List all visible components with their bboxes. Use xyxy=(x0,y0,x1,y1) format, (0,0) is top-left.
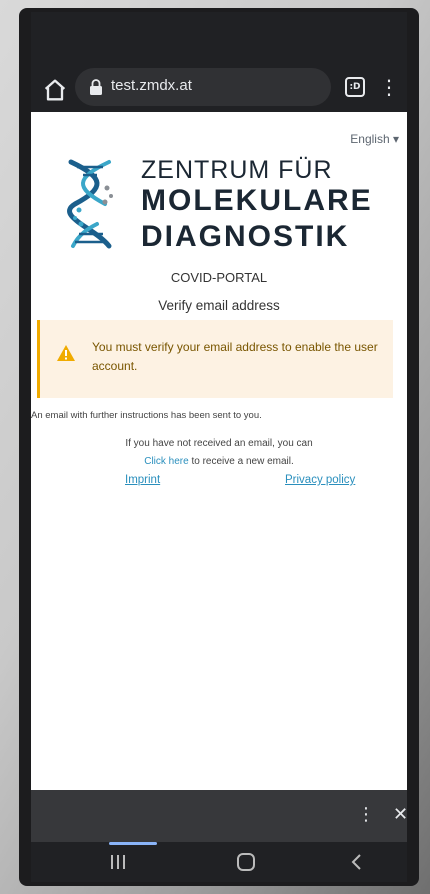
back-icon[interactable] xyxy=(349,852,363,872)
more-options-icon[interactable]: ⋮ xyxy=(357,804,375,825)
browser-toolbar: test.zmdx.at :D ⋮ xyxy=(31,68,407,112)
info-message: An email with further instructions has b… xyxy=(31,410,262,421)
url-text: test.zmdx.at xyxy=(111,77,192,94)
recent-apps-icon[interactable] xyxy=(109,854,127,870)
home-nav-icon[interactable] xyxy=(237,853,255,871)
warning-icon xyxy=(57,345,75,361)
alert-message: You must verify your email address to en… xyxy=(92,340,378,373)
screen: test.zmdx.at :D ⋮ English ▾ ZENTRUM FÜR … xyxy=(31,12,407,882)
close-icon[interactable]: ✕ xyxy=(393,804,407,825)
resend-hint: If you have not received an email, you c… xyxy=(125,438,313,449)
click-here-link[interactable]: Click here xyxy=(144,456,188,467)
logo-text-line2: MOLEKULARE xyxy=(141,184,373,217)
page-title: Verify email address xyxy=(158,298,280,313)
system-nav-bar xyxy=(31,848,407,882)
language-label: English xyxy=(350,132,390,146)
tab-indicator xyxy=(109,842,157,845)
language-selector[interactable]: English ▾ xyxy=(350,132,399,146)
tab-switcher-button[interactable]: :D xyxy=(345,77,365,97)
logo-text-line3: DIAGNOSTIK xyxy=(141,220,350,253)
warning-alert: You must verify your email address to en… xyxy=(37,320,393,398)
logo-text-line1: ZENTRUM FÜR xyxy=(141,156,333,184)
resend-line: Click here to receive a new email. xyxy=(31,456,407,467)
web-page: English ▾ ZENTRUM FÜR MOLEKULARE DIAGNOS… xyxy=(31,112,407,790)
chevron-down-icon: ▾ xyxy=(392,132,399,146)
home-icon[interactable] xyxy=(41,76,69,104)
browser-menu-icon[interactable]: ⋮ xyxy=(379,74,399,102)
portal-name: COVID-PORTAL xyxy=(170,270,268,285)
phone-frame: test.zmdx.at :D ⋮ English ▾ ZENTRUM FÜR … xyxy=(19,8,419,886)
dna-helix-icon xyxy=(67,159,113,249)
browser-bottom-bar: ⋮ ✕ xyxy=(31,790,407,842)
imprint-link[interactable]: Imprint xyxy=(125,474,160,486)
lock-icon xyxy=(90,79,102,95)
privacy-policy-link[interactable]: Privacy policy xyxy=(285,474,355,486)
address-bar[interactable]: test.zmdx.at xyxy=(75,68,331,106)
resend-suffix: to receive a new email. xyxy=(188,456,294,467)
zmd-logo: ZENTRUM FÜR MOLEKULARE DIAGNOSTIK xyxy=(65,156,385,256)
